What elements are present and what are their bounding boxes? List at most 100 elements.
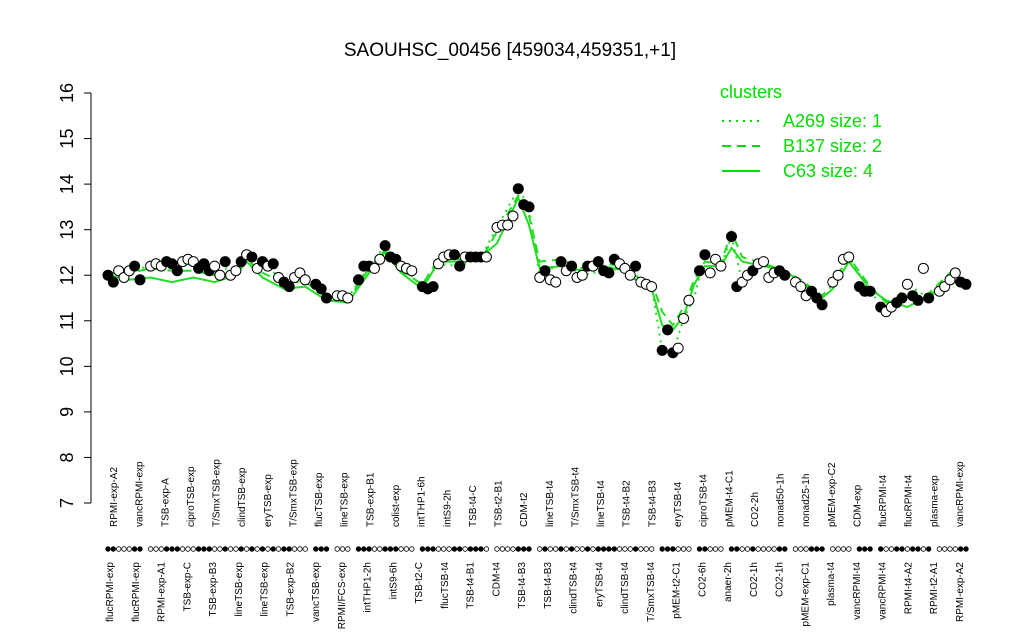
y-tick-label: 14 <box>57 174 77 194</box>
data-point <box>550 276 562 288</box>
rug-marker <box>201 546 207 552</box>
rug-marker <box>600 546 607 552</box>
bottom-sample-label: CO2-1h <box>775 562 786 597</box>
top-sample-label: lineTSB-exp <box>340 472 351 527</box>
rug-marker <box>659 546 665 552</box>
rug-marker <box>712 546 719 552</box>
data-point <box>715 260 727 272</box>
top-sample-label: vancRPMI-exp <box>135 461 146 527</box>
rug-marker <box>760 546 767 552</box>
data-point <box>672 342 684 354</box>
rug-marker <box>776 546 783 552</box>
rug-marker <box>835 546 841 552</box>
rug-marker <box>238 546 244 552</box>
rug-marker <box>963 546 969 552</box>
rug-marker <box>163 546 170 552</box>
bottom-sample-label: anaer-2h <box>723 562 734 602</box>
rug-marker <box>281 546 287 552</box>
rug-marker <box>808 546 815 552</box>
bottom-sample-label: clindTSB-t4 <box>569 562 580 614</box>
rug-marker <box>211 546 218 552</box>
rug-marker <box>483 546 490 552</box>
rug-marker <box>675 546 681 552</box>
rug-marker <box>222 546 228 552</box>
data-point <box>107 276 119 288</box>
data-point <box>379 240 391 252</box>
rug-marker <box>361 546 367 552</box>
data-point <box>576 269 588 281</box>
rug-marker <box>451 546 458 552</box>
bottom-sample-label: intS9-6h <box>388 562 399 599</box>
top-sample-label: flucRPMI-t4 <box>904 474 915 527</box>
rug-marker <box>254 546 260 552</box>
rug-marker <box>105 546 111 552</box>
rug-marker <box>387 546 394 552</box>
bottom-sample-label: lineTSB-exp <box>260 562 271 617</box>
data-point <box>214 269 226 281</box>
rug-marker <box>958 546 964 552</box>
legend: clustersA269 size: 1 B137 size: 2 C63 size… <box>720 82 882 181</box>
top-sample-label: lineTSB-t4 <box>545 480 556 527</box>
rug-marker <box>345 546 351 552</box>
rug-marker <box>936 546 943 552</box>
rug-marker <box>473 546 479 552</box>
rug-marker <box>846 546 852 552</box>
data-point <box>683 294 695 306</box>
legend-entry-label: C63 size: 4 <box>783 161 873 181</box>
rug-marker <box>616 546 623 552</box>
data-point <box>448 249 460 261</box>
rug-marker <box>499 546 506 552</box>
bottom-sample-label: flucTSB-t4 <box>440 562 451 609</box>
top-sample-label: TSB-t2-B1 <box>494 480 505 527</box>
rug-marker <box>606 546 612 552</box>
legend-entry-label: A269 size: 1 <box>783 111 882 131</box>
data-point <box>566 260 578 272</box>
rug-marker <box>446 546 452 552</box>
rug-marker <box>462 546 468 552</box>
bottom-sample-label: RPMI-t2-A1 <box>929 562 940 615</box>
rug-marker <box>590 546 596 552</box>
data-point <box>603 267 615 279</box>
rug-marker <box>147 546 154 552</box>
rug-marker <box>947 546 953 552</box>
rug-marker <box>467 546 474 552</box>
rug-marker <box>393 546 399 552</box>
top-sample-label: pMEM-exp-C2 <box>827 462 838 527</box>
top-sample-label: nonad50-1h <box>776 474 787 527</box>
top-sample-label: lineTSB-t4 <box>596 480 607 527</box>
data-point <box>917 262 929 274</box>
top-sample-label: TSB-exp-A <box>160 478 171 527</box>
data-point <box>646 281 658 293</box>
top-sample-label: CDM-t2 <box>519 492 530 527</box>
rug-marker <box>297 546 303 552</box>
bottom-sample-label: CDM-t4 <box>491 562 502 597</box>
bottom-sample-label: TSB-exp-C <box>182 562 193 611</box>
rug-marker <box>318 546 324 552</box>
data-point <box>502 219 514 231</box>
rug-marker <box>648 546 655 552</box>
data-point <box>454 260 466 272</box>
rug-marker <box>537 546 543 552</box>
rug-marker <box>584 546 591 552</box>
bottom-sample-label: TSB-exp-B3 <box>208 562 219 617</box>
rug-marker <box>750 546 756 552</box>
rug-marker <box>355 546 362 552</box>
rug-marker <box>206 546 212 552</box>
y-tick-label: 9 <box>57 407 77 417</box>
bottom-sample-label: T/SmxTSB-t4 <box>646 562 657 622</box>
data-point <box>129 260 141 272</box>
rug-marker <box>137 546 143 552</box>
rug-marker <box>563 546 569 552</box>
bottom-sample-label: RPMI-t4-A2 <box>904 562 915 615</box>
top-sample-label: CO2-2h <box>750 492 761 527</box>
rug-marker <box>233 546 239 552</box>
chart-title: SAOUHSC_00456 [459034,459351,+1] <box>344 40 676 61</box>
data-point <box>816 299 828 311</box>
data-point <box>134 274 146 286</box>
rug-marker <box>430 546 436 552</box>
bottom-sample-label: intTHP1-2h <box>363 562 374 613</box>
top-sample-label: pMEM-t4-C1 <box>724 470 735 527</box>
rug-marker <box>323 546 330 552</box>
rug-marker <box>174 546 180 552</box>
bottom-sample-label: CO2-1h <box>749 562 760 597</box>
